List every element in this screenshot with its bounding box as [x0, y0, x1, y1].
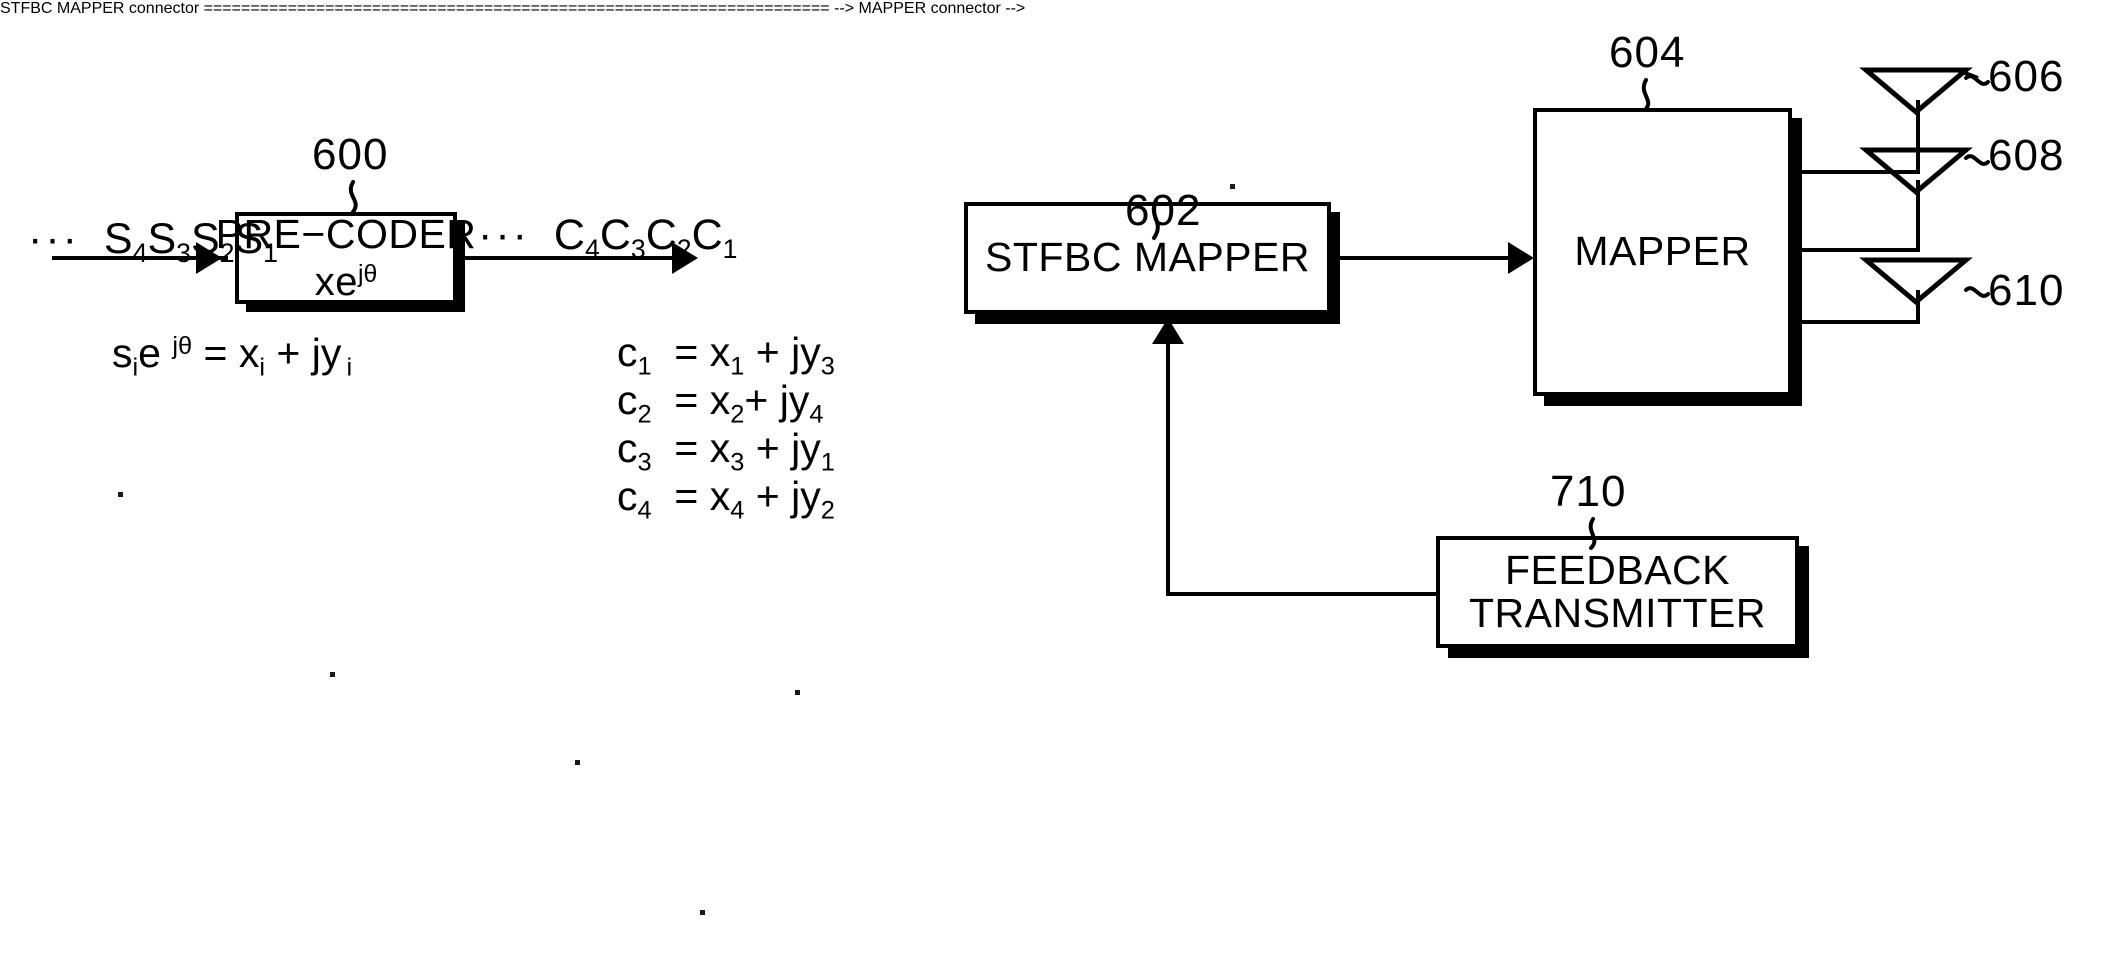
- ref-numeral-600: 600: [312, 130, 389, 179]
- patent-figure: ··· S4S3S2S1 600 PRE−CODER xejθ sie jθ =…: [0, 0, 2121, 978]
- c-equation-4: c4 = x4 + jy2: [617, 473, 835, 525]
- coded-signal-label: ··· C4C3C2C1: [478, 211, 738, 265]
- c-equation-3: c3 = x3 + jy1: [617, 425, 835, 477]
- leader-line-608: [1964, 154, 1990, 166]
- leader-line-604: [1641, 78, 1651, 112]
- leader-line-606: [1964, 74, 1990, 86]
- precoder-formula: sie jθ = xi + jy i: [112, 330, 353, 382]
- c-equation-1: c1 = x1 + jy3: [617, 329, 835, 381]
- feedback-to-stfbc-vertical: [1166, 342, 1170, 596]
- scan-speck: [330, 672, 335, 677]
- ref-numeral-608: 608: [1988, 131, 2065, 180]
- antenna-608-feed-horizontal: [1798, 248, 1920, 252]
- antenna-606-feed-vertical: [1916, 100, 1920, 172]
- feedback-to-stfbc-horizontal: [1166, 592, 1436, 596]
- scan-speck: [1230, 184, 1235, 189]
- feedback-transmitter-title-line2: TRANSMITTER: [1468, 590, 1767, 636]
- input-signal-dots: ···: [28, 215, 80, 263]
- scan-speck: [795, 690, 800, 695]
- antenna-606-feed-horizontal: [1798, 170, 1920, 174]
- leader-line-610: [1964, 286, 1990, 298]
- mapper-box[interactable]: MAPPER: [1533, 108, 1792, 396]
- feedback-transmitter-box[interactable]: FEEDBACK TRANSMITTER: [1436, 536, 1799, 648]
- leader-line-600: [348, 180, 358, 214]
- scan-speck: [700, 910, 705, 915]
- mapper-title: MAPPER: [1574, 228, 1751, 275]
- scan-speck: [118, 492, 123, 497]
- antenna-608-feed-vertical: [1916, 180, 1920, 250]
- c-equation-2: c2 = x2+ jy4: [617, 377, 824, 429]
- ref-numeral-602: 602: [1125, 186, 1202, 235]
- ref-numeral-610: 610: [1988, 266, 2065, 315]
- input-signal-label: ··· S4S3S2S1: [28, 215, 278, 269]
- precoder-exponent: jθ: [357, 260, 378, 288]
- precoder-subtitle: xejθ: [314, 259, 378, 304]
- antenna-610-feed-horizontal: [1798, 320, 1920, 324]
- scan-speck: [575, 760, 580, 765]
- stfbc-to-mapper-line: [1338, 256, 1518, 260]
- antenna-606-icon: [1859, 67, 1979, 116]
- feedback-transmitter-title-line1: FEEDBACK: [1505, 546, 1730, 593]
- feedback-to-stfbc-arrowhead: [1152, 318, 1184, 344]
- stfbc-to-mapper-arrowhead: [1508, 242, 1534, 274]
- antenna-610-feed-vertical: [1916, 290, 1920, 322]
- ref-numeral-710: 710: [1550, 467, 1627, 516]
- ref-numeral-604: 604: [1609, 28, 1686, 77]
- ref-numeral-606: 606: [1988, 52, 2065, 101]
- stfbc-mapper-title: STFBC MAPPER: [985, 234, 1310, 281]
- coded-signal-dots: ···: [478, 211, 530, 259]
